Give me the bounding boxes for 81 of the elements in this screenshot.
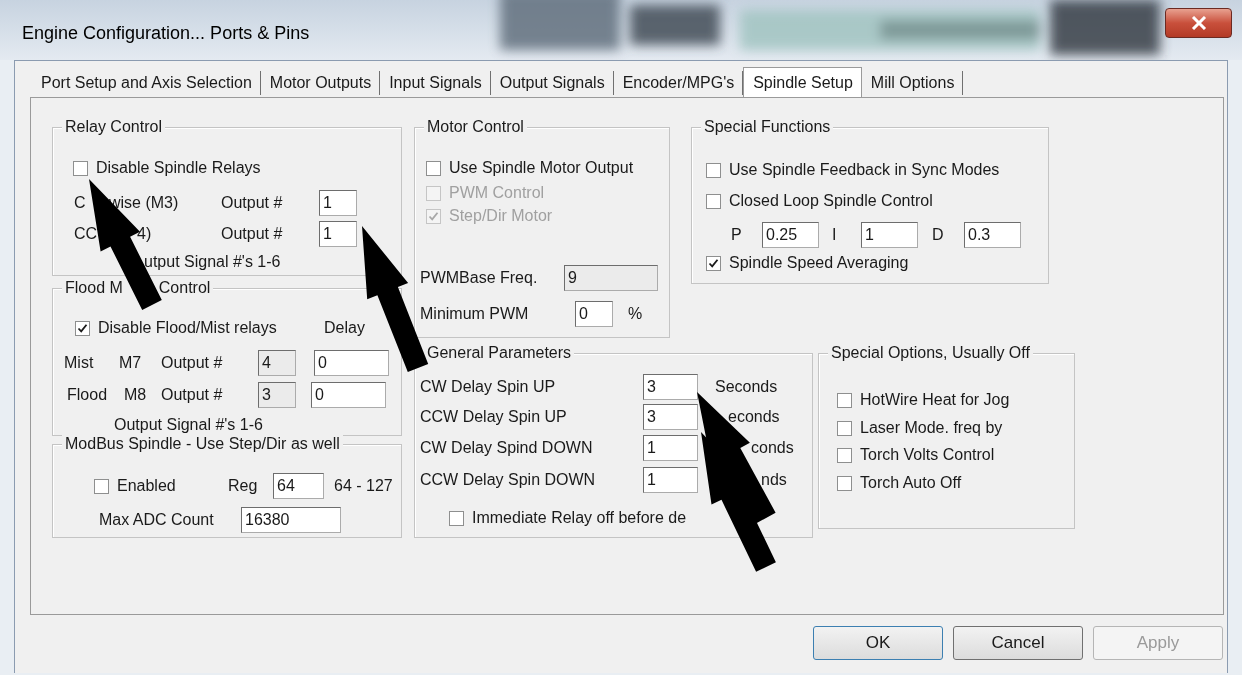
field-label: CCW Delay Spin UP: [420, 408, 567, 426]
checkbox-label[interactable]: Laser Mode. freq by: [860, 419, 1003, 437]
field-label: M7: [119, 354, 142, 372]
checkbox[interactable]: [75, 320, 90, 336]
group-title: Control: [158, 278, 211, 298]
input-field[interactable]: 3: [643, 374, 698, 400]
input-field[interactable]: 1: [319, 221, 357, 247]
field-label: %: [628, 305, 643, 323]
field-label: Mist: [64, 354, 94, 372]
group-title: ModBus Spindle - Use Step/Dir as well: [62, 434, 343, 454]
checkbox-label[interactable]: Torch Auto Off: [860, 474, 962, 492]
field-label: CW Delay Spin UP: [420, 378, 556, 396]
checkbox-label[interactable]: Use Spindle Feedback in Sync Modes: [729, 161, 1000, 179]
field-label: Delay: [324, 319, 365, 337]
field-label: conds: [751, 439, 794, 457]
field-label: 64 - 127: [334, 477, 393, 495]
input-field[interactable]: 16380: [241, 507, 341, 533]
field-label: C: [74, 194, 86, 212]
checkbox-label[interactable]: Spindle Speed Averaging: [729, 254, 909, 272]
checkbox-label[interactable]: Enabled: [117, 477, 176, 495]
field-label: econds: [728, 408, 780, 426]
group-title: Special Functions: [701, 117, 834, 137]
field-label: CCW Delay Spin DOWN: [420, 471, 596, 489]
field-label: P: [731, 226, 742, 244]
checkbox-label[interactable]: Immediate Relay off before de: [472, 509, 687, 527]
checkbox[interactable]: [837, 420, 852, 436]
checkbox[interactable]: [449, 510, 464, 526]
field-label: Minimum PWM: [420, 305, 529, 323]
checkbox-label[interactable]: Disable Spindle Relays: [96, 159, 261, 177]
field-label: I: [832, 226, 837, 244]
input-field[interactable]: 1: [319, 190, 357, 216]
group-title: Relay Control: [62, 117, 165, 137]
field-label: PWMBase Freq.: [420, 269, 538, 287]
field-label: Seconds: [715, 378, 778, 396]
checkbox[interactable]: [73, 160, 88, 176]
input-field[interactable]: 1: [643, 435, 698, 461]
checkbox[interactable]: [94, 478, 109, 494]
close-icon: [1190, 16, 1207, 30]
input-field[interactable]: 0: [314, 350, 389, 376]
field-label: Max ADC Count: [99, 511, 214, 529]
checkbox[interactable]: [837, 447, 852, 463]
window-title: Engine Configuration... Ports & Pins: [22, 22, 310, 44]
input-field[interactable]: 0: [575, 301, 613, 327]
field-label: Output #: [221, 225, 283, 243]
field-label: M8: [124, 386, 147, 404]
checkbox-label[interactable]: Torch Volts Control: [860, 446, 995, 464]
field-label: Output Signal #'s 1-6: [114, 416, 263, 434]
field-label: nds: [761, 471, 787, 489]
checkbox[interactable]: [706, 162, 721, 178]
input-field[interactable]: 0.25: [762, 222, 819, 248]
checkbox[interactable]: [706, 193, 721, 209]
tab[interactable]: Spindle Setup: [743, 67, 862, 97]
field-label: 4): [137, 225, 152, 243]
input-field[interactable]: 64: [273, 473, 324, 499]
group-title: Flood M: [65, 278, 123, 298]
close-button[interactable]: [1165, 8, 1232, 38]
field-label: Output #: [221, 194, 283, 212]
checkbox-label[interactable]: Closed Loop Spindle Control: [729, 192, 933, 210]
checkbox[interactable]: [426, 160, 441, 176]
dialog-button[interactable]: OK: [813, 626, 943, 660]
checkbox[interactable]: [837, 475, 852, 491]
field-label: Output #: [161, 386, 223, 404]
input-field[interactable]: 3: [643, 404, 698, 430]
dialog-button[interactable]: Cancel: [953, 626, 1083, 660]
field-label: Reg: [228, 477, 258, 495]
checkbox-label[interactable]: Use Spindle Motor Output: [449, 159, 634, 177]
input-field[interactable]: 0: [311, 382, 386, 408]
field-label: Output #: [161, 354, 223, 372]
input-field[interactable]: 1: [643, 467, 698, 493]
field-label: Flood: [67, 386, 108, 404]
input-field[interactable]: 0.3: [964, 222, 1021, 248]
input-field[interactable]: 1: [861, 222, 918, 248]
checkbox[interactable]: [837, 392, 852, 408]
field-label: utput Signal #'s 1-6: [144, 253, 281, 271]
checkbox[interactable]: [706, 255, 721, 271]
field-label: CW Delay Spind DOWN: [420, 439, 593, 457]
field-label: CC: [74, 225, 98, 243]
field-label: D: [932, 226, 944, 244]
group-title: Special Options, Usually Off: [828, 343, 1033, 363]
checkbox-label[interactable]: Disable Flood/Mist relays: [98, 319, 277, 337]
checkbox-label[interactable]: HotWire Heat for Jog: [860, 391, 1010, 409]
